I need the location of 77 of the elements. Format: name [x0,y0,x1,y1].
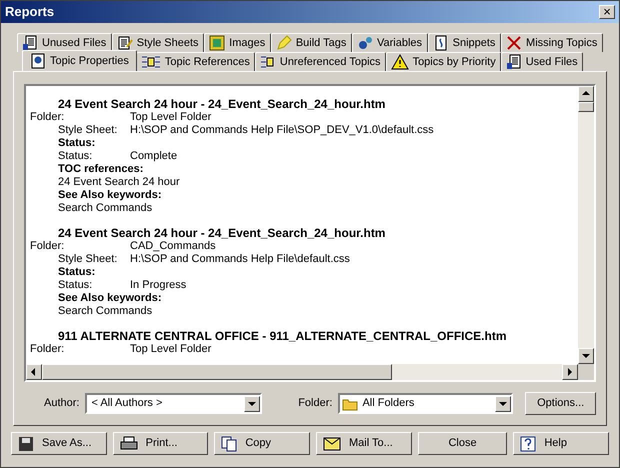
copy-icon [221,436,238,452]
document-icon [506,54,522,70]
tab[interactable]: Unreferenced Topics [254,52,386,71]
dialog-button[interactable]: Save As... [11,432,107,455]
field-label: Status: [58,279,94,292]
close-button[interactable]: × [599,5,615,19]
author-label: Author: [44,396,80,412]
linked-pages-icon [140,54,161,70]
field-label: Style Sheet: [58,253,118,266]
field-value: Complete [130,150,178,163]
options-button[interactable]: Options... [525,392,596,415]
linked-page-icon [260,54,276,70]
field-value: Top Level Folder [130,111,212,124]
scroll-arrow-button[interactable] [26,364,42,380]
warning-icon [390,54,409,70]
dialog-button[interactable]: Help [513,432,610,455]
scroll-arrow-button[interactable] [495,396,512,412]
gears-icon [356,35,373,51]
field-label: Folder: [29,111,66,124]
document-icon [432,35,449,51]
window-title: Reports [5,3,54,22]
field-value: H:\SOP and Commands Help File\default.css [130,253,350,266]
scroll-thumb[interactable] [578,102,594,112]
folder-label: Folder: [298,396,332,412]
horizontal-scrollbar[interactable] [26,364,578,380]
x-mark-icon [506,35,522,51]
dialog-button[interactable]: Mail To... [316,432,412,455]
dialog-button[interactable]: Copy [214,432,310,455]
tab[interactable]: Used Files [500,52,583,71]
vertical-scrollbar[interactable] [578,86,594,364]
tab[interactable]: Images [204,33,271,52]
tab[interactable]: Snippets [428,33,502,52]
tab[interactable]: Unused Files [17,33,112,52]
field-value: CAD_Commands [130,240,216,253]
scroll-arrow-button[interactable] [244,396,260,412]
document-icon [30,53,46,69]
field-label: Status: [58,150,94,163]
tab[interactable]: Style Sheets [112,33,204,52]
field-value: Top Level Folder [130,343,212,356]
tab[interactable]: Topic References [136,52,255,71]
folder-dropdown[interactable]: All Folders [338,393,514,414]
field-value: In Progress [130,279,186,292]
scroll-arrow-button[interactable] [562,364,578,380]
field-value: H:\SOP and Commands Help File\SOP_DEV_V1.0\default.css [130,124,434,137]
tab[interactable]: Topic Properties [22,50,137,71]
entry-text: 24 Event Search 24 hour [57,176,181,189]
tab[interactable]: Missing Topics [501,33,603,52]
help-icon [520,436,536,452]
field-label: Folder: [29,343,66,356]
scrollbar-corner [578,364,594,380]
section-heading: TOC references: [57,163,144,176]
tab[interactable]: Build Tags [270,33,352,52]
topic-title: 24 Event Search 24 hour - 24_Event_Search_24_hour.htm [57,226,386,240]
folder-icon [342,396,358,410]
field-label: Folder: [29,240,66,253]
section-heading: Status: [57,266,96,279]
dialog-button[interactable]: Close [418,432,508,455]
scroll-arrow-button[interactable] [578,348,594,364]
printer-icon [120,436,138,452]
entry-text: Search Commands [57,202,154,215]
tab[interactable]: Variables [352,33,428,52]
topic-title: 24 Event Search 24 hour - 24_Event_Search_24_hour.htm [57,97,386,111]
document-icon [22,35,38,51]
dialog-button[interactable]: Print... [112,432,208,455]
section-heading: See Also keywords: [57,292,163,305]
author-dropdown[interactable]: < All Authors > [85,393,262,414]
notepad-icon [116,35,133,51]
section-heading: Status: [57,137,96,150]
scroll-arrow-button[interactable] [578,86,594,102]
tab[interactable]: Topics by Priority [386,52,501,71]
entry-text: Search Commands [57,305,154,318]
scroll-thumb[interactable] [42,364,392,380]
envelope-icon [323,436,342,450]
picture-frame-icon [209,35,226,51]
topic-title: 911 ALTERNATE CENTRAL OFFICE - 911_ALTERNATE_CENTRAL_OFFICE.htm [57,329,508,343]
field-label: Style Sheet: [58,124,118,137]
section-heading: See Also keywords: [57,189,163,202]
